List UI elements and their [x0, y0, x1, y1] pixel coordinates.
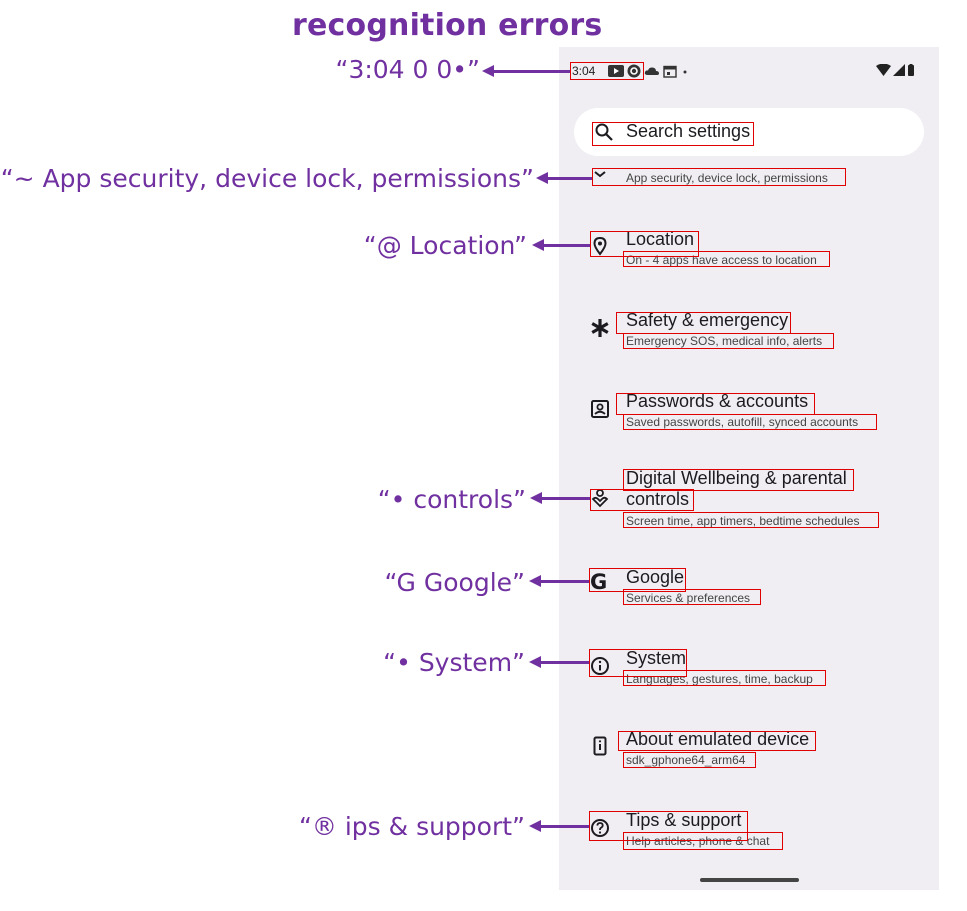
annotation-label: “® ips & support”	[298, 812, 525, 841]
settings-item-digital-wellbeing[interactable]: Digital Wellbeing & parental controls Sc…	[559, 468, 939, 532]
settings-item-title: Passwords & accounts	[626, 391, 809, 411]
settings-item-title: About emulated device	[626, 729, 810, 749]
info-icon	[591, 657, 609, 675]
chevron-icon	[594, 171, 606, 178]
settings-item-title: Location	[626, 229, 695, 249]
annotation-arrow	[529, 820, 589, 832]
settings-item-title: System	[626, 648, 687, 668]
annotation-label: “@ Location”	[363, 231, 527, 260]
annotation-label: “~ App security, device lock, permission…	[0, 164, 534, 193]
phone-screen: 3:04 Search settings App security, devic…	[559, 47, 939, 890]
settings-item-about[interactable]: About emulated device sdk_gphone64_arm64	[559, 729, 939, 771]
annotation-arrow	[536, 172, 592, 184]
settings-item-title: Tips & support	[626, 810, 742, 830]
account-box-icon	[591, 400, 609, 418]
settings-item-title: Safety & emergency	[626, 310, 789, 330]
settings-item-safety[interactable]: Safety & emergency Emergency SOS, medica…	[559, 310, 939, 352]
settings-item-subtitle: Emergency SOS, medical info, alerts	[626, 334, 823, 348]
page-title: recognition errors	[292, 8, 603, 43]
settings-item-subtitle: Help articles, phone & chat	[626, 834, 770, 848]
wellbeing-icon	[591, 489, 609, 508]
location-pin-icon	[593, 236, 607, 256]
annotation-label: “3:04 0 0•”	[335, 55, 481, 84]
wifi-icon	[876, 64, 891, 76]
search-input[interactable]: Search settings	[626, 121, 750, 142]
settings-item-security[interactable]: App security, device lock, permissions	[559, 159, 939, 189]
annotation-arrow	[530, 492, 590, 504]
settings-item-subtitle: On - 4 apps have access to location	[626, 253, 817, 267]
settings-item-title-line2: controls	[626, 489, 690, 509]
signal-icon	[893, 64, 905, 76]
settings-sync-icon	[627, 64, 641, 78]
battery-icon	[908, 64, 914, 76]
dot-icon	[683, 70, 687, 74]
youtube-icon	[608, 65, 624, 77]
annotation-arrow	[532, 239, 590, 251]
annotation-arrow	[529, 575, 589, 587]
settings-item-subtitle: Services & preferences	[626, 591, 751, 605]
settings-item-system[interactable]: System Languages, gestures, time, backup	[559, 648, 939, 690]
settings-item-location[interactable]: Location On - 4 apps have access to loca…	[559, 229, 939, 271]
gesture-nav-bar[interactable]	[700, 878, 799, 882]
annotation-label: “• System”	[383, 648, 525, 677]
settings-item-subtitle: Saved passwords, autofill, synced accoun…	[626, 415, 859, 429]
settings-item-tips[interactable]: Tips & support Help articles, phone & ch…	[559, 810, 939, 852]
annotation-arrow	[482, 65, 570, 77]
cloud-icon	[644, 67, 659, 75]
asterisk-icon	[591, 319, 609, 337]
settings-item-subtitle: App security, device lock, permissions	[626, 171, 828, 185]
settings-item-title: Digital Wellbeing & parental	[626, 468, 847, 488]
search-icon	[595, 123, 613, 141]
status-time: 3:04	[572, 64, 596, 78]
settings-item-subtitle: sdk_gphone64_arm64	[626, 753, 746, 767]
status-bar: 3:04	[559, 47, 939, 93]
calendar-icon	[663, 65, 677, 78]
settings-item-title: Google	[626, 567, 685, 587]
settings-item-subtitle: Languages, gestures, time, backup	[626, 672, 813, 686]
device-info-icon	[593, 736, 607, 756]
annotation-label: “• controls”	[377, 485, 526, 514]
settings-item-subtitle: Screen time, app timers, bedtime schedul…	[626, 514, 860, 528]
settings-item-passwords[interactable]: Passwords & accounts Saved passwords, au…	[559, 391, 939, 433]
search-bar[interactable]: Search settings	[574, 108, 924, 156]
annotation-arrow	[529, 656, 589, 668]
help-icon	[591, 819, 609, 837]
google-icon: G	[590, 570, 608, 594]
settings-item-google[interactable]: G Google Services & preferences	[559, 567, 939, 609]
annotation-label: “G Google”	[384, 568, 526, 597]
